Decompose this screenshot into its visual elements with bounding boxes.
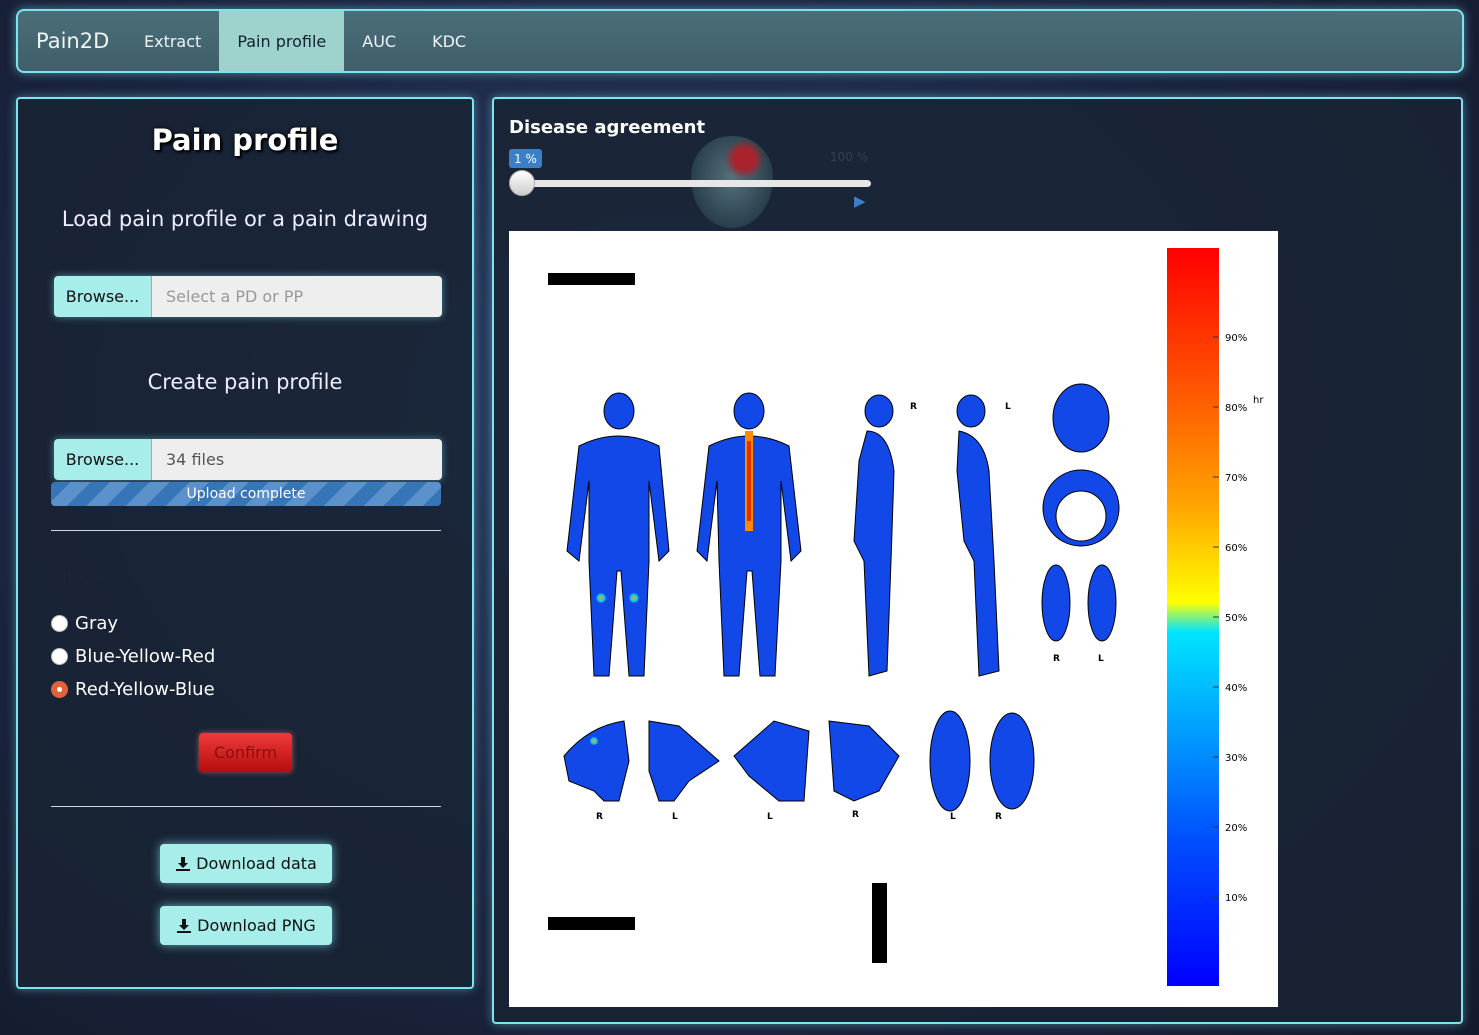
hand-label: L bbox=[767, 812, 773, 822]
disease-agreement-title: Disease agreement bbox=[509, 117, 706, 138]
side-label-r: R bbox=[910, 402, 917, 412]
radio-red-yellow-blue[interactable]: Red-Yellow-Blue bbox=[51, 679, 215, 700]
download-png-label: Download PNG bbox=[197, 916, 316, 935]
create-heading: Create pain profile bbox=[147, 370, 343, 394]
tab-extract[interactable]: Extract bbox=[126, 11, 219, 71]
brand[interactable]: Pain2D bbox=[18, 29, 126, 53]
download-data-label: Download data bbox=[196, 854, 317, 873]
body-side-right bbox=[853, 394, 895, 677]
hands bbox=[563, 710, 1035, 812]
body-maps: 90% 80% 70% 60% 50% 40% 30% 20% 10% hr bbox=[563, 248, 1264, 986]
colorbar-tick-label: 80% bbox=[1225, 403, 1247, 414]
create-browse-button[interactable]: Browse... bbox=[54, 439, 152, 480]
colorbar-tick-label: 20% bbox=[1225, 823, 1247, 834]
color-label: Choose color bbox=[51, 567, 155, 586]
sole-left bbox=[1087, 564, 1117, 642]
sidebar-panel: Pain profile Load pain profile or a pain… bbox=[16, 97, 474, 989]
head-top bbox=[1052, 383, 1110, 453]
slider-max-label: 100 % bbox=[830, 150, 869, 164]
head-bottom-cutout bbox=[1055, 490, 1107, 542]
page-title: Pain profile bbox=[151, 123, 339, 157]
feet-label-r: R bbox=[1053, 654, 1060, 664]
hand-label: L bbox=[672, 812, 678, 822]
divider bbox=[51, 530, 441, 531]
slider-handle[interactable] bbox=[509, 170, 535, 196]
download-icon bbox=[177, 918, 192, 933]
body-back bbox=[696, 392, 802, 677]
colorbar-label: hr bbox=[1253, 395, 1264, 406]
hand-label: R bbox=[995, 812, 1002, 822]
colorbar-tick-label: 30% bbox=[1225, 753, 1247, 764]
colorbar bbox=[1167, 248, 1219, 986]
slider-value-badge: 1 % bbox=[509, 149, 542, 168]
colorbar-tick-label: 10% bbox=[1225, 893, 1247, 904]
upload-progress: Upload complete bbox=[51, 482, 441, 506]
download-png-button[interactable]: Download PNG bbox=[160, 906, 332, 945]
hand-label: L bbox=[950, 812, 956, 822]
navbar: Pain2D Extract Pain profile AUC KDC bbox=[16, 9, 1464, 73]
create-file-input[interactable]: Browse... 34 files bbox=[54, 439, 442, 480]
tab-auc[interactable]: AUC bbox=[344, 11, 414, 71]
slider-track[interactable] bbox=[511, 180, 871, 187]
body-side-left bbox=[956, 394, 1000, 677]
colorbar-tick-label: 60% bbox=[1225, 543, 1247, 554]
sole-right bbox=[1041, 564, 1071, 642]
feet-label-l: L bbox=[1098, 654, 1104, 664]
radio-blue-yellow-red[interactable]: Blue-Yellow-Red bbox=[51, 646, 215, 667]
side-label-l: L bbox=[1005, 402, 1011, 412]
body-front bbox=[566, 392, 670, 677]
radio-button[interactable] bbox=[51, 615, 68, 632]
tab-kdc[interactable]: KDC bbox=[414, 11, 484, 71]
pain-profile-figure: 90% 80% 70% 60% 50% 40% 30% 20% 10% hr R L R L R… bbox=[509, 231, 1278, 1007]
load-file-input[interactable]: Browse... Select a PD or PP bbox=[54, 276, 442, 317]
play-icon[interactable]: ▶ bbox=[854, 192, 866, 210]
confirm-button[interactable]: Confirm bbox=[199, 733, 292, 772]
divider bbox=[51, 806, 441, 807]
load-file-field[interactable]: Select a PD or PP bbox=[152, 276, 442, 317]
tab-pain-profile[interactable]: Pain profile bbox=[219, 11, 345, 71]
hand-label: R bbox=[596, 812, 603, 822]
main-panel: Disease agreement 1 % 100 % ▶ 90% 80% 70… bbox=[492, 97, 1463, 1024]
colorbar-tick-label: 40% bbox=[1225, 683, 1247, 694]
radio-label: Gray bbox=[75, 613, 119, 634]
download-data-button[interactable]: Download data bbox=[160, 844, 332, 883]
hand-label: R bbox=[852, 810, 859, 820]
download-icon bbox=[176, 856, 191, 871]
load-heading: Load pain profile or a pain drawing bbox=[61, 207, 429, 231]
radio-label: Red-Yellow-Blue bbox=[75, 679, 215, 700]
colorbar-tick-label: 90% bbox=[1225, 333, 1247, 344]
colorbar-tick-label: 70% bbox=[1225, 473, 1247, 484]
radio-button[interactable] bbox=[51, 648, 68, 665]
colorbar-tick-label: 50% bbox=[1225, 613, 1247, 624]
create-file-field[interactable]: 34 files bbox=[152, 439, 442, 480]
radio-gray[interactable]: Gray bbox=[51, 613, 118, 634]
radio-label: Blue-Yellow-Red bbox=[75, 646, 216, 667]
load-browse-button[interactable]: Browse... bbox=[54, 276, 152, 317]
radio-button[interactable] bbox=[51, 681, 68, 698]
